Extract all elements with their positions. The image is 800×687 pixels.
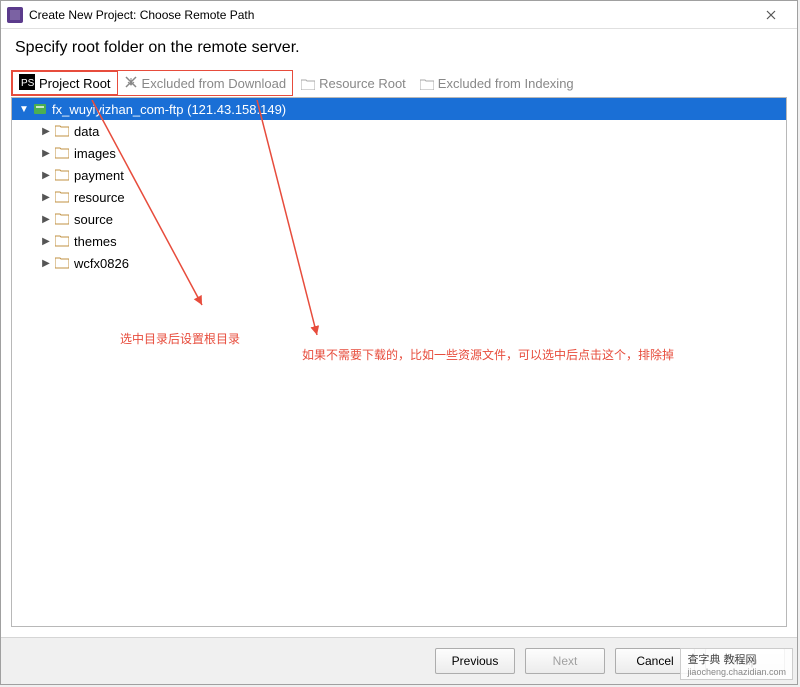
folder-icon [420,78,434,89]
chevron-down-icon[interactable]: ▼ [18,104,30,115]
project-root-button[interactable]: PS Project Root [12,71,118,95]
excluded-icon [124,75,138,92]
tree-item-label: images [74,146,116,161]
tree-item[interactable]: ▶ source [12,208,786,230]
chevron-right-icon[interactable]: ▶ [40,258,52,269]
project-root-label: Project Root [39,76,111,91]
remote-tree[interactable]: ▼ fx_wuyiyizhan_com-ftp (121.43.158.149)… [11,97,787,627]
chevron-right-icon[interactable]: ▶ [40,126,52,137]
toolbar: PS Project Root Excluded from Download R… [11,69,787,97]
resource-root-label: Resource Root [319,76,406,91]
watermark-sub: jiaocheng.chazidian.com [687,667,786,677]
tree-item-label: themes [74,234,117,249]
watermark: 查字典 教程网 jiaocheng.chazidian.com [680,648,793,680]
window-title: Create New Project: Choose Remote Path [29,8,751,22]
folder-icon [54,124,70,138]
folder-icon [54,212,70,226]
resource-root-button[interactable]: Resource Root [295,71,412,95]
excluded-download-label: Excluded from Download [142,76,287,91]
previous-label: Previous [452,654,499,668]
annotation-left: 选中目录后设置根目录 [120,330,240,347]
close-button[interactable] [751,2,791,28]
tree-item-label: wcfx0826 [74,256,129,271]
excluded-indexing-label: Excluded from Indexing [438,76,574,91]
server-icon [32,102,48,116]
next-button[interactable]: Next [525,648,605,674]
content-area: PS Project Root Excluded from Download R… [1,69,797,627]
folder-icon [54,146,70,160]
tree-root-row[interactable]: ▼ fx_wuyiyizhan_com-ftp (121.43.158.149) [12,98,786,120]
tree-item[interactable]: ▶ resource [12,186,786,208]
folder-icon [54,168,70,182]
folder-icon [54,256,70,270]
button-bar: Previous Next Cancel Help [1,637,797,684]
tree-root-label: fx_wuyiyizhan_com-ftp (121.43.158.149) [52,102,286,117]
previous-button[interactable]: Previous [435,648,515,674]
titlebar: Create New Project: Choose Remote Path [1,1,797,29]
tree-item-label: resource [74,190,125,205]
ps-icon: PS [19,74,35,93]
watermark-main: 查字典 教程网 [687,654,756,666]
excluded-download-button[interactable]: Excluded from Download [118,71,293,95]
chevron-right-icon[interactable]: ▶ [40,236,52,247]
excluded-indexing-button[interactable]: Excluded from Indexing [414,71,580,95]
annotation-right: 如果不需要下载的，比如一些资源文件，可以选中后点击这个，排除掉 [302,346,674,363]
cancel-label: Cancel [636,654,673,668]
dialog-header: Specify root folder on the remote server… [1,29,797,69]
tree-item[interactable]: ▶ wcfx0826 [12,252,786,274]
tree-item[interactable]: ▶ payment [12,164,786,186]
tree-item-label: payment [74,168,124,183]
tree-item-label: data [74,124,99,139]
tree-item[interactable]: ▶ images [12,142,786,164]
dialog-window: Create New Project: Choose Remote Path S… [0,0,798,685]
tree-item-label: source [74,212,113,227]
chevron-right-icon[interactable]: ▶ [40,192,52,203]
tree-children: ▶ data ▶ images ▶ payment ▶ resource ▶ source… [12,120,786,274]
tree-item[interactable]: ▶ data [12,120,786,142]
app-icon [7,7,23,23]
tree-item[interactable]: ▶ themes [12,230,786,252]
next-label: Next [553,654,578,668]
folder-icon [54,234,70,248]
chevron-right-icon[interactable]: ▶ [40,148,52,159]
folder-icon [301,78,315,89]
chevron-right-icon[interactable]: ▶ [40,214,52,225]
chevron-right-icon[interactable]: ▶ [40,170,52,181]
highlight-group: PS Project Root Excluded from Download [11,70,293,96]
svg-text:PS: PS [21,78,35,89]
folder-icon [54,190,70,204]
